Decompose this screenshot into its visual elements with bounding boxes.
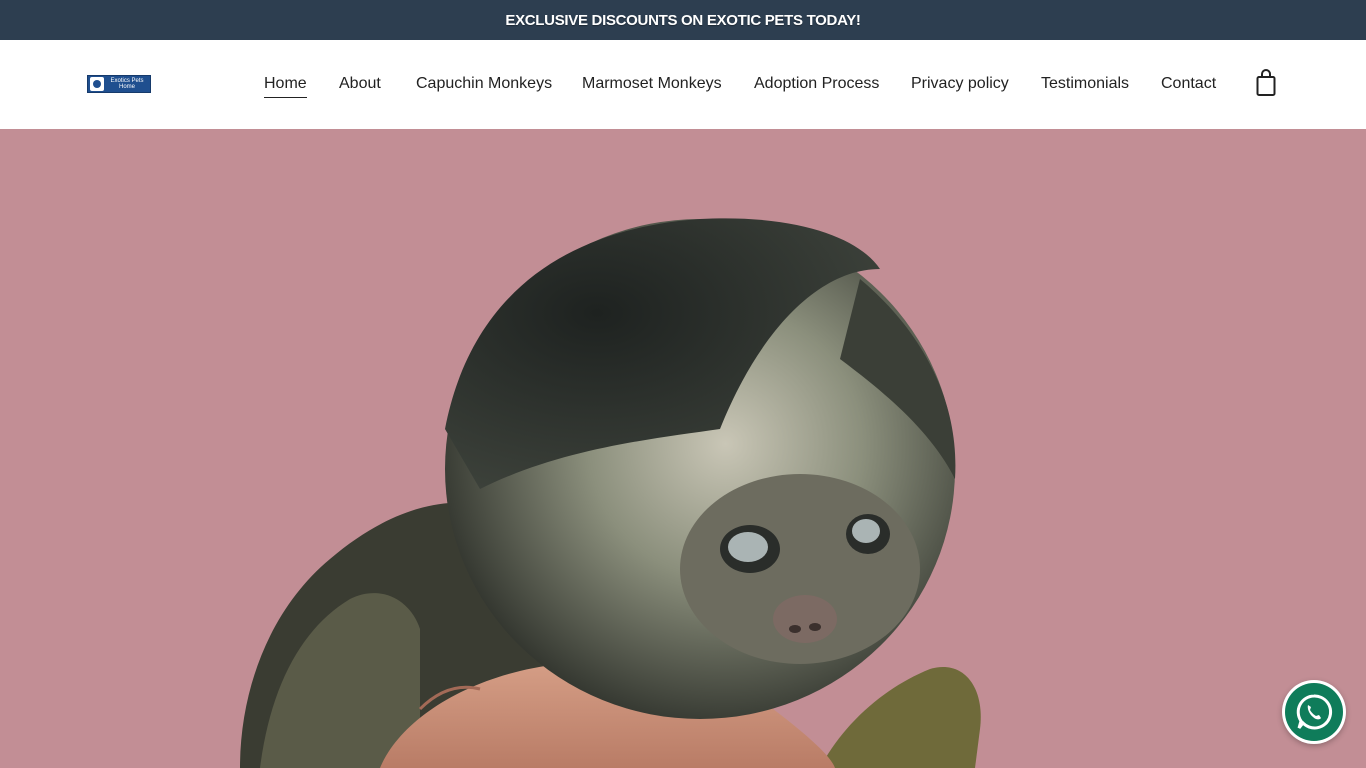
nav-item-home[interactable]: Home [264,75,307,98]
nav-item-contact[interactable]: Contact [1161,75,1216,93]
promo-bar: EXCLUSIVE DISCOUNTS ON EXOTIC PETS TODAY… [0,0,1366,40]
nav-item-marmoset-monkeys[interactable]: Marmoset Monkeys [582,75,722,93]
whatsapp-button[interactable] [1282,680,1346,744]
shopping-bag-icon[interactable] [1255,69,1277,97]
nav-item-capuchin-monkeys[interactable]: Capuchin Monkeys [416,75,552,93]
site-header: Exotics Pets Home Home About Capuchin Mo… [0,40,1366,129]
promo-text: EXCLUSIVE DISCOUNTS ON EXOTIC PETS TODAY… [505,11,861,29]
nav-item-about[interactable]: About [339,75,381,93]
nav-item-privacy-policy[interactable]: Privacy policy [911,75,1009,93]
marmoset-illustration [240,218,981,768]
nav-item-testimonials[interactable]: Testimonials [1041,75,1129,93]
hero-image [0,129,1366,768]
whatsapp-icon [1285,683,1343,741]
nav-item-adoption-process[interactable]: Adoption Process [754,75,879,93]
main-nav: Home About Capuchin Monkeys Marmoset Mon… [0,40,1366,129]
